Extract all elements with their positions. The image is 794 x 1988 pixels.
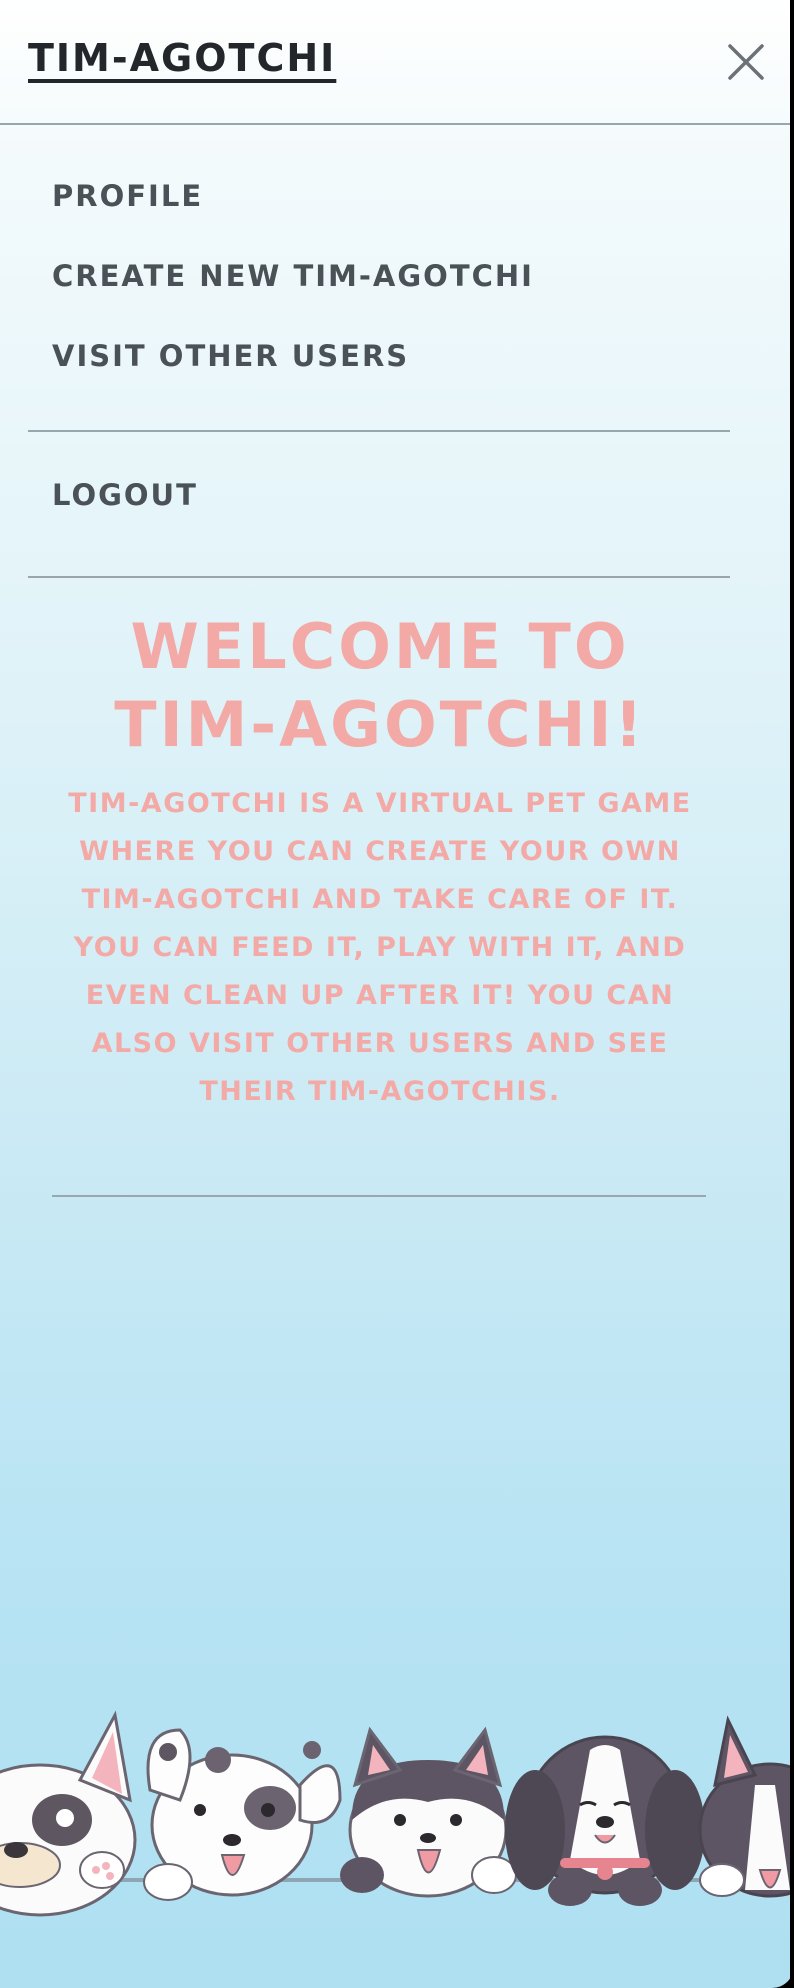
logout-link[interactable]: LOGOUT xyxy=(52,478,198,512)
content-divider xyxy=(52,1195,706,1197)
spaniel-illustration xyxy=(505,1735,705,1906)
brand-logo-link[interactable]: TIM-AGOTCHI xyxy=(28,36,336,80)
main-nav: PROFILE CREATE NEW TIM-AGOTCHI VISIT OTH… xyxy=(52,172,534,412)
dalmatian-illustration xyxy=(143,1728,342,1901)
husky-illustration xyxy=(340,1726,517,1898)
screen-edge xyxy=(790,0,794,1988)
puppies-illustration xyxy=(0,1710,794,1917)
close-icon[interactable] xyxy=(724,40,768,84)
logout-divider xyxy=(28,576,730,578)
nav-item-create-new[interactable]: CREATE NEW TIM-AGOTCHI xyxy=(52,252,534,332)
menu-header: TIM-AGOTCHI xyxy=(0,0,794,125)
welcome-description: TIM-AGOTCHI IS A VIRTUAL PET GAME WHERE … xyxy=(68,788,692,1107)
welcome-title: WELCOME TO TIM-AGOTCHI! xyxy=(114,610,646,761)
nav-divider xyxy=(28,430,730,432)
nav-item-visit-users[interactable]: VISIT OTHER USERS xyxy=(52,332,534,412)
side-menu-panel: TIM-AGOTCHI PROFILE CREATE NEW TIM-AGOTC… xyxy=(0,0,794,1988)
terrier-illustration xyxy=(698,1715,794,1898)
nav-item-profile[interactable]: PROFILE xyxy=(52,172,534,252)
bulldog-illustration xyxy=(0,1710,137,1917)
